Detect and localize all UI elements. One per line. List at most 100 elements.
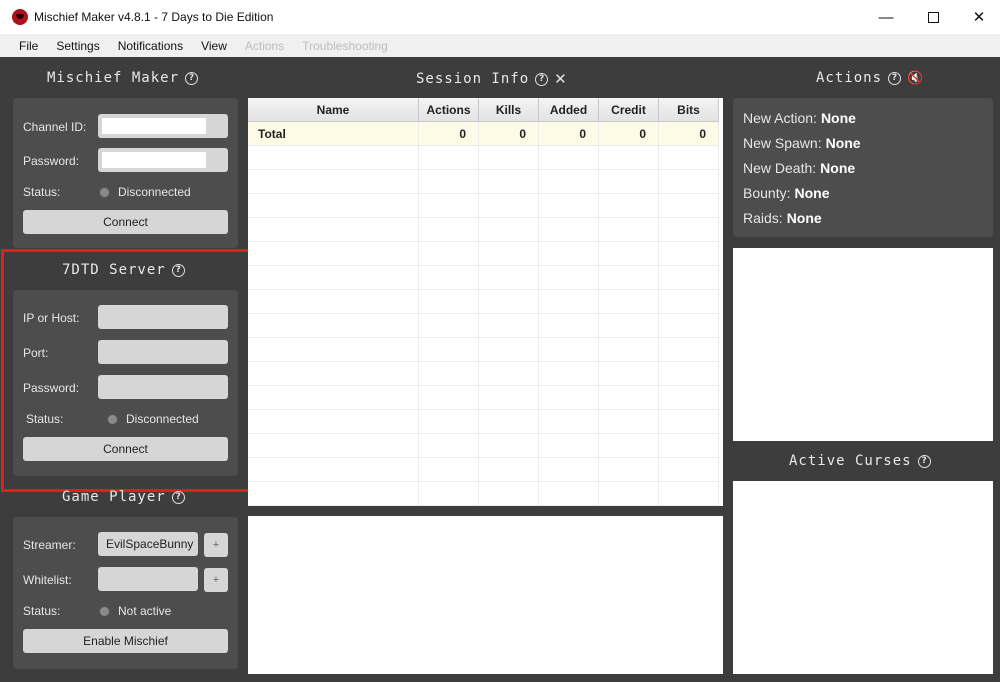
whitelist-label: Whitelist: — [23, 573, 72, 587]
session-help-icon[interactable]: ? — [535, 72, 549, 86]
table-cell — [659, 194, 719, 218]
column-header-name[interactable]: Name — [248, 98, 419, 122]
streamer-add-button[interactable]: + — [204, 533, 228, 557]
cell-total-actions: 0 — [419, 122, 479, 146]
table-cell — [539, 362, 599, 386]
table-cell — [659, 458, 719, 482]
table-cell — [599, 362, 659, 386]
mischief-connect-button[interactable]: Connect — [23, 210, 228, 234]
table-row[interactable] — [248, 146, 719, 170]
table-row[interactable] — [248, 362, 719, 386]
table-cell — [659, 482, 719, 506]
player-help-icon[interactable]: ? — [171, 490, 185, 504]
table-cell — [659, 266, 719, 290]
table-cell — [419, 290, 479, 314]
session-clear-icon[interactable]: ✕ — [554, 70, 567, 88]
table-cell — [539, 170, 599, 194]
table-cell — [248, 314, 419, 338]
menu-settings[interactable]: Settings — [47, 39, 108, 53]
table-row[interactable] — [248, 386, 719, 410]
streamer-input[interactable]: EvilSpaceBunny — [98, 532, 198, 556]
channel-id-input[interactable] — [98, 114, 228, 138]
table-row[interactable] — [248, 266, 719, 290]
window-title: Mischief Maker v4.8.1 - 7 Days to Die Ed… — [34, 10, 274, 24]
table-row[interactable] — [248, 194, 719, 218]
table-cell — [659, 386, 719, 410]
table-cell — [599, 314, 659, 338]
table-row[interactable] — [248, 218, 719, 242]
actions-title-text: Actions — [816, 70, 883, 86]
actions-help-icon[interactable]: ? — [888, 71, 902, 85]
menu-troubleshooting: Troubleshooting — [302, 38, 388, 53]
table-row[interactable] — [248, 458, 719, 482]
menu-actions: Actions — [244, 38, 285, 53]
table-row[interactable] — [248, 338, 719, 362]
menu-view[interactable]: View — [192, 39, 236, 53]
table-cell — [419, 242, 479, 266]
streamer-label: Streamer: — [23, 538, 76, 552]
mischief-help-icon[interactable]: ? — [185, 71, 199, 85]
mischief-password-input[interactable] — [98, 148, 228, 172]
column-header-credit[interactable]: Credit — [599, 98, 659, 122]
menu-bar: File Settings Notifications View Actions… — [0, 34, 1000, 57]
session-log-area[interactable] — [248, 516, 723, 674]
active-curses-title: Active Curses ? — [789, 453, 931, 469]
player-title: Game Player ? — [62, 489, 185, 505]
curses-help-icon[interactable]: ? — [917, 454, 931, 468]
highlight-box — [1, 249, 251, 492]
table-cell — [539, 146, 599, 170]
table-row[interactable] — [248, 290, 719, 314]
table-cell — [479, 458, 539, 482]
enable-mischief-button[interactable]: Enable Mischief — [23, 629, 228, 653]
new-action-label: New Action: — [743, 110, 817, 126]
actions-title: Actions ? 🔇 — [816, 70, 923, 86]
new-spawn-value: None — [825, 135, 861, 151]
new-action-row: New Action: None — [743, 110, 856, 126]
table-row-total[interactable]: Total 0 0 0 0 0 — [248, 122, 719, 146]
table-cell — [479, 170, 539, 194]
column-header-kills[interactable]: Kills — [479, 98, 539, 122]
table-row[interactable] — [248, 170, 719, 194]
table-cell — [248, 362, 419, 386]
menu-notifications[interactable]: Notifications — [109, 39, 192, 53]
new-death-value: None — [820, 160, 856, 176]
whitelist-input[interactable] — [98, 567, 198, 591]
table-cell — [419, 410, 479, 434]
bounty-row: Bounty: None — [743, 185, 829, 201]
whitelist-add-button[interactable]: + — [204, 568, 228, 592]
player-status-value: Not active — [118, 604, 172, 618]
table-cell — [419, 170, 479, 194]
table-cell — [419, 218, 479, 242]
table-cell — [479, 338, 539, 362]
table-cell — [479, 290, 539, 314]
mute-speaker-icon[interactable]: 🔇 — [907, 71, 923, 86]
column-header-actions[interactable]: Actions — [419, 98, 479, 122]
table-cell — [659, 362, 719, 386]
table-row[interactable] — [248, 410, 719, 434]
table-cell — [599, 146, 659, 170]
table-row[interactable] — [248, 434, 719, 458]
new-death-row: New Death: None — [743, 160, 855, 176]
table-row[interactable] — [248, 242, 719, 266]
bounty-label: Bounty: — [743, 185, 791, 201]
session-info-title-text: Session Info — [416, 71, 530, 87]
table-row[interactable] — [248, 314, 719, 338]
column-header-added[interactable]: Added — [539, 98, 599, 122]
table-cell — [539, 218, 599, 242]
actions-log-area[interactable] — [733, 248, 993, 441]
maximize-icon — [927, 11, 939, 23]
menu-file[interactable]: File — [10, 39, 47, 53]
maximize-button[interactable] — [910, 0, 956, 34]
table-row[interactable] — [248, 482, 719, 506]
session-table: Name Actions Kills Added Credit Bits Tot… — [248, 98, 723, 506]
player-status-label: Status: — [23, 604, 61, 618]
table-cell — [539, 482, 599, 506]
table-cell — [539, 410, 599, 434]
close-window-button[interactable]: ✕ — [956, 0, 1000, 34]
table-cell — [659, 146, 719, 170]
minimize-button[interactable]: — — [863, 0, 909, 34]
table-cell — [479, 146, 539, 170]
active-curses-list[interactable] — [733, 481, 993, 674]
column-header-bits[interactable]: Bits — [659, 98, 719, 122]
mischief-panel: Channel ID: Password: Status: Disconnect… — [13, 98, 238, 248]
